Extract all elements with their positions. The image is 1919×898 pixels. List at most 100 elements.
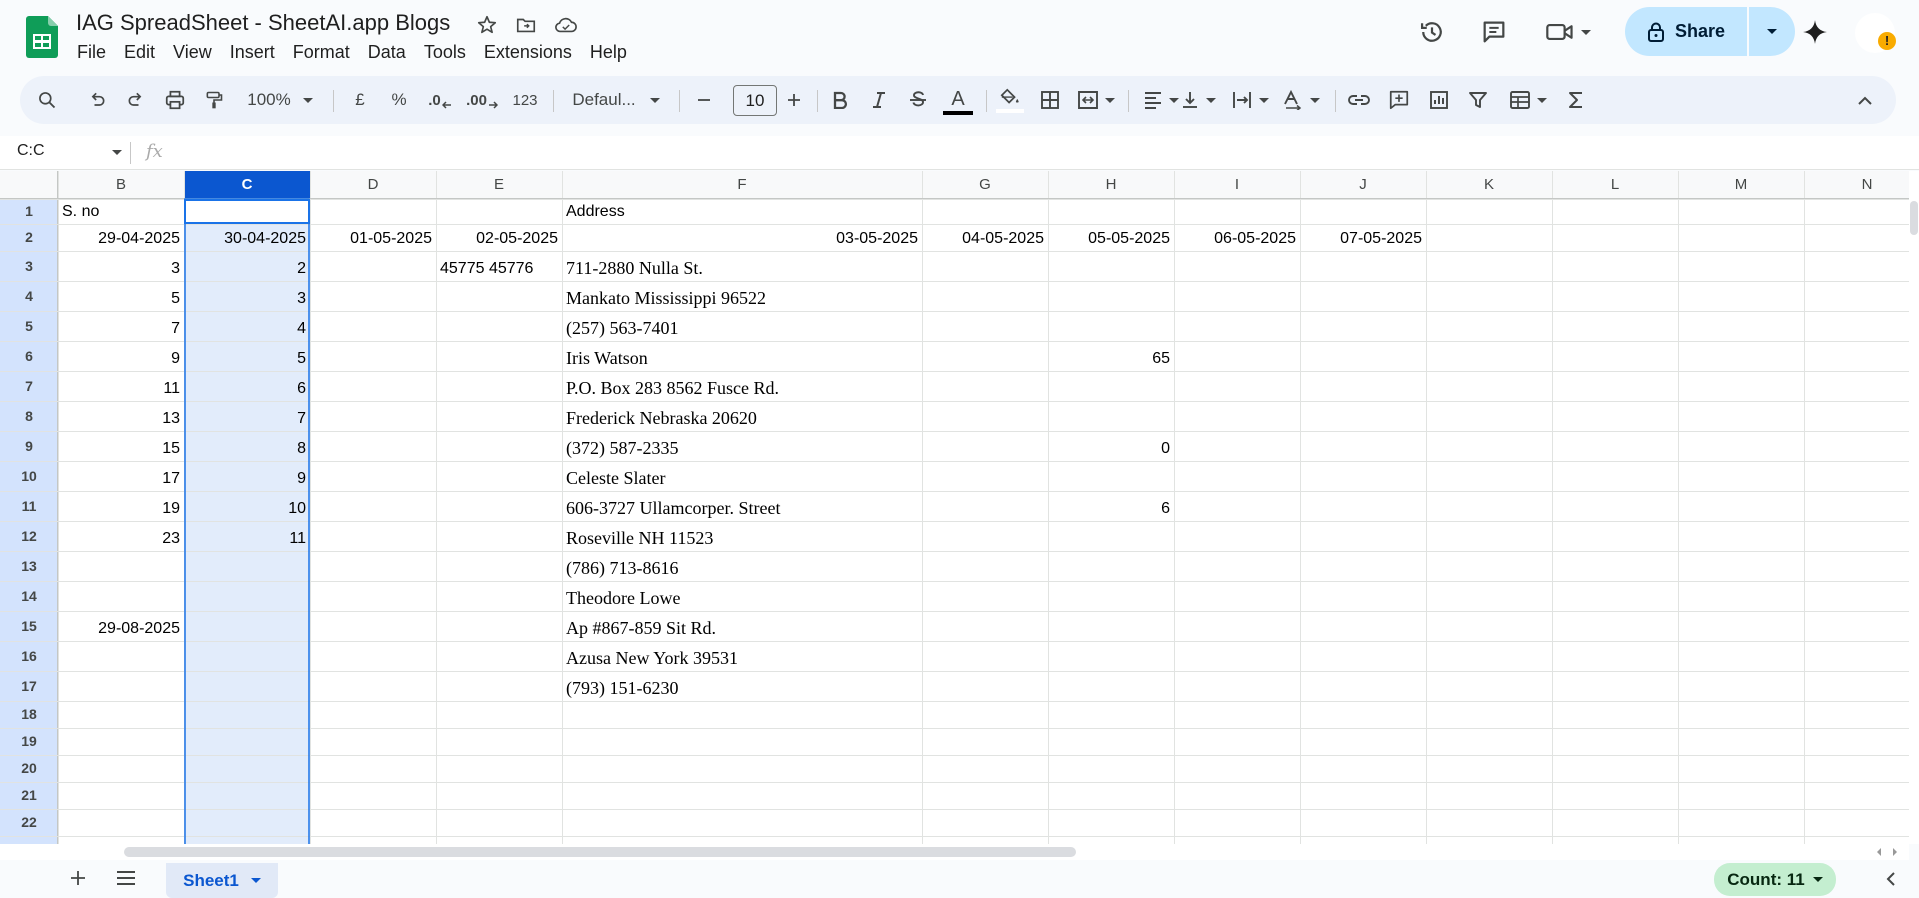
cell-c10[interactable]: 9 [184,466,310,491]
row-header-20[interactable]: 20 [0,755,58,782]
sheets-logo-icon[interactable] [26,16,58,58]
cell-h11[interactable]: 6 [1048,496,1174,521]
row-header-9[interactable]: 9 [0,431,58,461]
font-size-input[interactable]: 10 [733,85,777,116]
fill-color-button[interactable] [993,76,1027,124]
row-header-12[interactable]: 12 [0,521,58,551]
column-header-d[interactable]: D [310,171,436,199]
document-title[interactable]: IAG SpreadSheet - SheetAI.app Blogs [76,10,450,36]
cell-e2[interactable]: 02-05-2025 [436,226,562,251]
column-header-j[interactable]: J [1300,171,1426,199]
row-header-11[interactable]: 11 [0,491,58,521]
menu-data[interactable]: Data [359,40,415,64]
row-header-22[interactable]: 22 [0,809,58,836]
row-header-13[interactable]: 13 [0,551,58,581]
column-header-b[interactable]: B [58,171,184,199]
row-header-19[interactable]: 19 [0,728,58,755]
column-header-l[interactable]: L [1552,171,1678,199]
redo-icon[interactable] [121,76,151,124]
cell-c7[interactable]: 6 [184,376,310,401]
cell-c9[interactable]: 8 [184,436,310,461]
cell-f6[interactable]: Iris Watson [562,346,922,371]
meet-call-button[interactable] [1540,12,1596,52]
cell-g2[interactable]: 04-05-2025 [922,226,1048,251]
cell-b10[interactable]: 17 [58,466,184,491]
column-header-k[interactable]: K [1426,171,1552,199]
star-icon[interactable] [474,12,500,38]
name-box[interactable]: C:C [17,142,45,160]
cell-c12[interactable]: 11 [184,526,310,551]
cell-f11[interactable]: 606-3727 Ullamcorper. Street [562,496,922,521]
row-header-3[interactable]: 3 [0,251,58,281]
column-header-c[interactable]: C [184,171,310,199]
cell-f1[interactable]: Address [562,199,922,224]
cell-h6[interactable]: 65 [1048,346,1174,371]
row-header-15[interactable]: 15 [0,611,58,641]
cell-i2[interactable]: 06-05-2025 [1174,226,1300,251]
column-header-i[interactable]: I [1174,171,1300,199]
cell-f10[interactable]: Celeste Slater [562,466,922,491]
cell-f8[interactable]: Frederick Nebraska 20620 [562,406,922,431]
print-icon[interactable] [160,76,190,124]
scroll-arrows-icon[interactable] [1872,846,1902,858]
insert-link-icon[interactable] [1343,76,1375,124]
cell-b6[interactable]: 9 [58,346,184,371]
row-header-8[interactable]: 8 [0,401,58,431]
search-menus-icon[interactable] [32,76,62,124]
currency-format-button[interactable]: £ [345,76,375,124]
row-header-2[interactable]: 2 [0,224,58,251]
horizontal-scrollbar[interactable] [0,844,1909,860]
row-header-21[interactable]: 21 [0,782,58,809]
collapse-toolbar-icon[interactable] [1850,76,1880,124]
increase-decimal-button[interactable]: .00 [463,76,501,124]
cell-f14[interactable]: Theodore Lowe [562,586,922,611]
cell-f12[interactable]: Roseville NH 11523 [562,526,922,551]
borders-icon[interactable] [1035,76,1065,124]
cell-b5[interactable]: 7 [58,316,184,341]
cell-f15[interactable]: Ap #867-859 Sit Rd. [562,616,922,641]
column-header-h[interactable]: H [1048,171,1174,199]
sheet-tab-sheet1[interactable]: Sheet1 [166,863,278,898]
text-wrapping-button[interactable] [1224,76,1276,124]
chevron-down-icon[interactable] [112,150,122,155]
cell-f13[interactable]: (786) 713-8616 [562,556,922,581]
cell-d2[interactable]: 01-05-2025 [310,226,436,251]
cell-b3[interactable]: 3 [58,256,184,281]
row-header-16[interactable]: 16 [0,641,58,671]
menu-format[interactable]: Format [284,40,359,64]
cell-h2[interactable]: 05-05-2025 [1048,226,1174,251]
share-dropdown-button[interactable] [1749,7,1795,56]
cell-b12[interactable]: 23 [58,526,184,551]
strikethrough-icon[interactable] [903,76,933,124]
bold-icon[interactable] [825,76,855,124]
vertical-align-button[interactable] [1172,76,1224,124]
cell-b2[interactable]: 29-04-2025 [58,226,184,251]
filter-views-button[interactable] [1502,76,1554,124]
active-cell[interactable] [185,200,309,223]
row-header-4[interactable]: 4 [0,281,58,311]
increase-font-size-button[interactable] [780,76,808,124]
percent-format-button[interactable]: % [384,76,414,124]
insert-chart-icon[interactable] [1423,76,1455,124]
cell-c8[interactable]: 7 [184,406,310,431]
cell-f3[interactable]: 711-2880 Nulla St. [562,256,922,281]
cell-c4[interactable]: 3 [184,286,310,311]
decrease-font-size-button[interactable] [690,76,718,124]
menu-file[interactable]: File [68,40,115,64]
cell-h9[interactable]: 0 [1048,436,1174,461]
column-header-n[interactable]: N [1804,171,1909,199]
spreadsheet-grid[interactable]: BCDEFGHIJKLMN 1 2 3 4 5 6 7 8 9 10 11 12 13 14 15 16 17 1… [0,171,1909,844]
side-panel-toggle-icon[interactable] [1878,866,1904,892]
insert-comment-icon[interactable] [1383,76,1415,124]
column-header-f[interactable]: F [562,171,922,199]
cell-c11[interactable]: 10 [184,496,310,521]
cell-b4[interactable]: 5 [58,286,184,311]
chevron-down-icon[interactable] [250,878,261,883]
version-history-icon[interactable] [1412,12,1452,52]
menu-view[interactable]: View [164,40,221,64]
row-header-10[interactable]: 10 [0,461,58,491]
add-sheet-button[interactable] [64,864,92,892]
cell-b9[interactable]: 15 [58,436,184,461]
row-header-14[interactable]: 14 [0,581,58,611]
font-family-select[interactable]: Defaul... [560,76,672,124]
